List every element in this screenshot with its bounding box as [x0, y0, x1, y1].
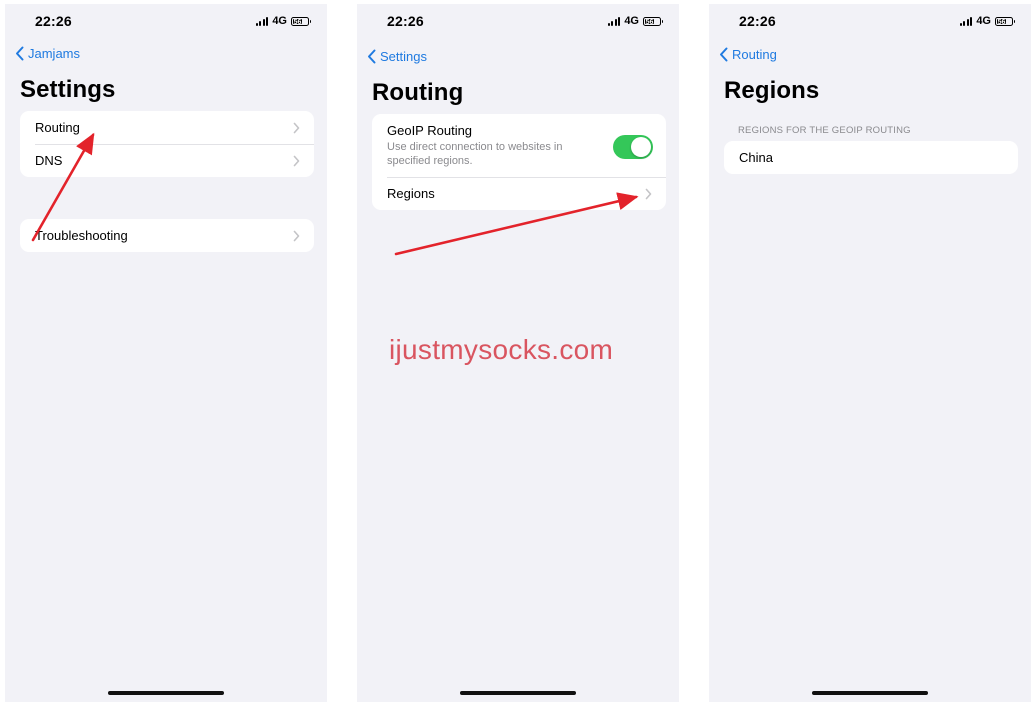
page-title: Routing [372, 79, 464, 106]
chevron-left-icon [720, 47, 728, 62]
chevron-left-icon [368, 49, 376, 64]
chevron-right-icon [293, 122, 300, 133]
page-title: Regions [724, 77, 820, 104]
row-label: Routing [35, 120, 80, 135]
row-troubleshooting[interactable]: Troubleshooting [20, 219, 314, 252]
home-indicator [460, 691, 576, 695]
battery-level: 56 [293, 18, 303, 26]
battery-icon: 56 [995, 16, 1015, 26]
geoip-label: GeoIP Routing [387, 123, 473, 138]
chevron-left-icon [16, 46, 24, 61]
screen-settings: 22:26 4G 56 Jamjams Settings Routing DNS… [5, 4, 327, 702]
watermark-text: ijustmysocks.com [389, 334, 614, 365]
back-button[interactable]: Settings [367, 49, 427, 64]
back-button-label: Jamjams [28, 46, 81, 61]
network-type: 4G [272, 15, 287, 27]
settings-group-main: Routing DNS [20, 111, 314, 177]
status-indicators: 4G 56 [607, 15, 663, 27]
section-header: REGIONS FOR THE GEOIP ROUTING [738, 125, 911, 136]
row-label: DNS [35, 153, 63, 168]
back-button[interactable]: Jamjams [15, 46, 80, 61]
status-bar: 22:26 4G 56 [5, 4, 327, 34]
status-bar: 22:26 4G 56 [709, 4, 1031, 34]
row-dns[interactable]: DNS [20, 144, 314, 177]
row-routing[interactable]: Routing [20, 111, 314, 144]
back-button[interactable]: Routing [719, 47, 777, 62]
status-indicators: 4G 56 [959, 15, 1015, 27]
cellular-signal-icon [255, 16, 269, 26]
battery-icon: 56 [291, 16, 311, 26]
row-label: China [739, 150, 773, 165]
status-bar: 22:26 4G 56 [357, 4, 679, 34]
home-indicator [108, 691, 224, 695]
regions-group: China [724, 141, 1018, 174]
row-regions[interactable]: Regions [372, 177, 666, 210]
chevron-right-icon [645, 188, 652, 199]
row-label: Troubleshooting [35, 228, 128, 243]
status-time: 22:26 [35, 13, 72, 29]
back-button-label: Routing [732, 47, 777, 62]
chevron-right-icon [293, 230, 300, 241]
row-label: Regions [387, 186, 435, 201]
status-time: 22:26 [387, 13, 424, 29]
network-type: 4G [624, 15, 639, 27]
battery-icon: 56 [643, 16, 663, 26]
row-geoip-routing: GeoIP Routing Use direct connection to w… [372, 114, 666, 177]
network-type: 4G [976, 15, 991, 27]
geoip-description: Use direct connection to websites in spe… [387, 141, 563, 167]
cellular-signal-icon [959, 16, 973, 26]
status-indicators: 4G 56 [255, 15, 311, 27]
back-button-label: Settings [380, 49, 427, 64]
battery-level: 56 [645, 18, 655, 26]
geoip-toggle[interactable] [613, 135, 653, 159]
chevron-right-icon [293, 155, 300, 166]
cellular-signal-icon [607, 16, 621, 26]
row-region-china[interactable]: China [724, 141, 1018, 174]
screen-regions: 22:26 4G 56 Routing Regions REGIONS FOR … [709, 4, 1031, 702]
page-title: Settings [20, 76, 116, 103]
routing-group: GeoIP Routing Use direct connection to w… [372, 114, 666, 210]
battery-level: 56 [997, 18, 1007, 26]
settings-group-support: Troubleshooting [20, 219, 314, 252]
status-time: 22:26 [739, 13, 776, 29]
home-indicator [812, 691, 928, 695]
